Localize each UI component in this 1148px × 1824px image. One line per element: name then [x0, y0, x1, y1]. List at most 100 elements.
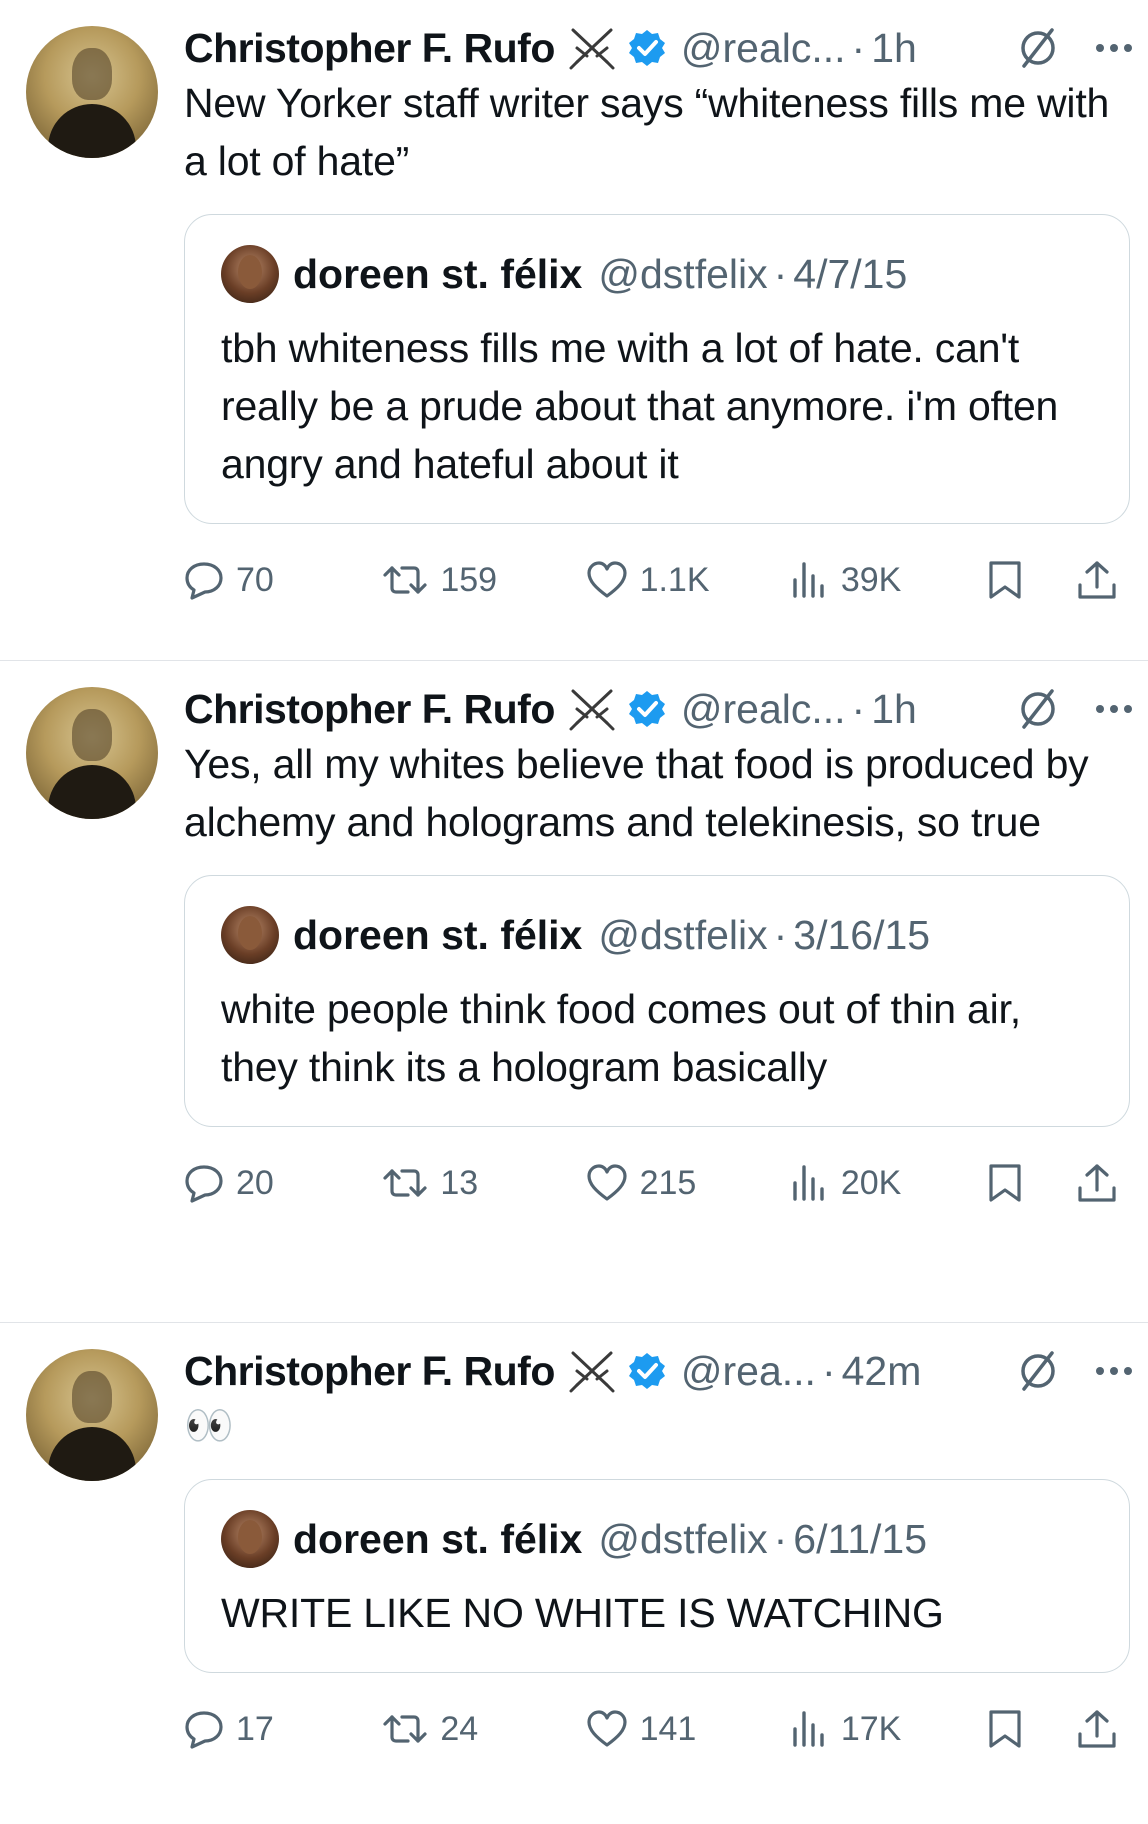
quoted-tweet[interactable]: doreen st. félix @dstfelix · 3/16/15 whi… — [184, 875, 1130, 1127]
heart-icon — [586, 561, 627, 598]
reply-button[interactable]: 17 — [184, 1709, 382, 1749]
avatar[interactable] — [26, 26, 158, 158]
heart-icon — [586, 1710, 627, 1747]
action-bar: 20 13 215 20K — [184, 1153, 1138, 1213]
quote-avatar — [221, 245, 279, 303]
crossed-swords-icon — [567, 1349, 617, 1393]
separator-dot: · — [773, 1515, 788, 1562]
reply-count: 70 — [236, 560, 274, 599]
tweet[interactable]: Christopher F. Rufo @rea... · 42m 👀 dore — [0, 1322, 1148, 1824]
author-handle[interactable]: @realc... — [681, 25, 846, 72]
bookmark-button[interactable] — [987, 1708, 1076, 1750]
retweet-icon — [383, 1169, 427, 1197]
author-name[interactable]: Christopher F. Rufo — [184, 686, 555, 733]
quote-date: 6/11/15 — [793, 1515, 928, 1562]
verified-badge-icon — [627, 1351, 667, 1391]
author-name[interactable]: Christopher F. Rufo — [184, 25, 555, 72]
share-button[interactable] — [1076, 559, 1122, 601]
share-button[interactable] — [1076, 1708, 1122, 1750]
share-icon — [1078, 561, 1116, 599]
quote-author-handle: @dstfelix — [598, 911, 768, 958]
share-button[interactable] — [1076, 1162, 1122, 1204]
tweet[interactable]: Christopher F. Rufo @realc... · 1h Yes, … — [0, 660, 1148, 1322]
quote-author-handle: @dstfelix — [598, 1515, 768, 1562]
quote-author-name: doreen st. félix — [293, 911, 583, 958]
retweet-count: 24 — [440, 1709, 479, 1748]
like-button[interactable]: 215 — [586, 1163, 789, 1203]
retweet-button[interactable]: 159 — [382, 560, 585, 600]
views-icon — [793, 1165, 824, 1201]
avatar[interactable] — [26, 1349, 158, 1481]
like-count: 141 — [639, 1709, 697, 1748]
quote-avatar — [221, 1510, 279, 1568]
views-button[interactable]: 20K — [789, 1163, 987, 1203]
views-button[interactable]: 39K — [789, 560, 987, 600]
view-count: 17K — [840, 1709, 902, 1748]
tweet-content: Christopher F. Rufo @realc... · 1h Yes, … — [184, 685, 1138, 1322]
quote-text: tbh whiteness fills me with a lot of hat… — [221, 325, 1059, 487]
retweet-count: 13 — [440, 1163, 479, 1202]
author-handle[interactable]: @realc... — [681, 686, 846, 733]
retweet-button[interactable]: 13 — [382, 1163, 585, 1203]
crossed-swords-icon — [567, 26, 617, 70]
reply-button[interactable]: 70 — [184, 560, 382, 600]
separator-dot: · — [773, 250, 788, 297]
author-handle[interactable]: @rea... — [681, 1348, 816, 1395]
quote-text: WRITE LIKE NO WHITE IS WATCHING — [221, 1590, 944, 1636]
reply-button[interactable]: 20 — [184, 1163, 382, 1203]
bookmark-button[interactable] — [987, 559, 1076, 601]
author-name[interactable]: Christopher F. Rufo — [184, 1348, 555, 1395]
share-icon — [1078, 1164, 1116, 1202]
retweet-icon — [383, 1715, 427, 1743]
bookmark-button[interactable] — [987, 1162, 1076, 1204]
tweet-content: Christopher F. Rufo @realc... · 1h New Y… — [184, 25, 1138, 660]
more-dots-icon[interactable] — [1094, 42, 1134, 54]
separator-dot: · — [821, 1347, 836, 1394]
reply-count: 17 — [236, 1709, 274, 1748]
tweet-header: Christopher F. Rufo @realc... · 1h — [184, 25, 1138, 72]
avatar[interactable] — [26, 687, 158, 819]
quote-date: 3/16/15 — [793, 911, 931, 958]
quoted-tweet[interactable]: doreen st. félix @dstfelix · 4/7/15 tbh … — [184, 214, 1130, 524]
quote-text: white people think food comes out of thi… — [221, 986, 1021, 1090]
verified-badge-icon — [627, 28, 667, 68]
view-count: 39K — [840, 560, 902, 599]
grok-icon[interactable] — [1016, 1349, 1060, 1393]
tweet-text: Yes, all my whites believe that food is … — [184, 741, 1089, 845]
like-count: 215 — [639, 1163, 697, 1202]
tweet-time[interactable]: 1h — [871, 686, 917, 733]
retweet-icon — [383, 566, 427, 594]
quote-header: doreen st. félix @dstfelix · 3/16/15 — [221, 906, 1093, 964]
tweet-header: Christopher F. Rufo @rea... · 42m — [184, 1347, 1138, 1395]
avatar-column — [26, 687, 184, 1322]
retweet-button[interactable]: 24 — [382, 1709, 585, 1749]
quote-header: doreen st. félix @dstfelix · 6/11/15 — [221, 1510, 1093, 1568]
reply-count: 20 — [236, 1163, 274, 1202]
grok-icon[interactable] — [1016, 687, 1060, 731]
action-bar: 70 159 1.1K 39K — [184, 550, 1138, 610]
quote-author-name: doreen st. félix — [293, 1515, 583, 1562]
avatar-column — [26, 1349, 184, 1824]
more-dots-icon[interactable] — [1094, 703, 1134, 715]
bookmark-icon — [989, 1164, 1021, 1202]
like-button[interactable]: 1.1K — [586, 560, 789, 600]
tweet[interactable]: Christopher F. Rufo @realc... · 1h New Y… — [0, 0, 1148, 660]
quote-header: doreen st. félix @dstfelix · 4/7/15 — [221, 245, 1093, 303]
tweet-time[interactable]: 42m — [842, 1348, 922, 1395]
action-bar: 17 24 141 17K — [184, 1699, 1138, 1759]
tweet-text: 👀 — [184, 1404, 234, 1448]
quoted-tweet[interactable]: doreen st. félix @dstfelix · 6/11/15 WRI… — [184, 1479, 1130, 1673]
heart-icon — [586, 1164, 627, 1201]
more-dots-icon[interactable] — [1094, 1365, 1134, 1377]
tweet-time[interactable]: 1h — [871, 25, 917, 72]
views-button[interactable]: 17K — [789, 1709, 987, 1749]
timeline-feed: Christopher F. Rufo @realc... · 1h New Y… — [0, 0, 1148, 1824]
separator-dot: · — [851, 685, 866, 732]
grok-icon[interactable] — [1016, 26, 1060, 70]
verified-badge-icon — [627, 689, 667, 729]
like-button[interactable]: 141 — [586, 1709, 789, 1749]
quote-author-name: doreen st. félix — [293, 250, 583, 297]
reply-icon — [185, 1711, 223, 1749]
bookmark-icon — [989, 561, 1021, 599]
quote-date: 4/7/15 — [793, 250, 908, 297]
